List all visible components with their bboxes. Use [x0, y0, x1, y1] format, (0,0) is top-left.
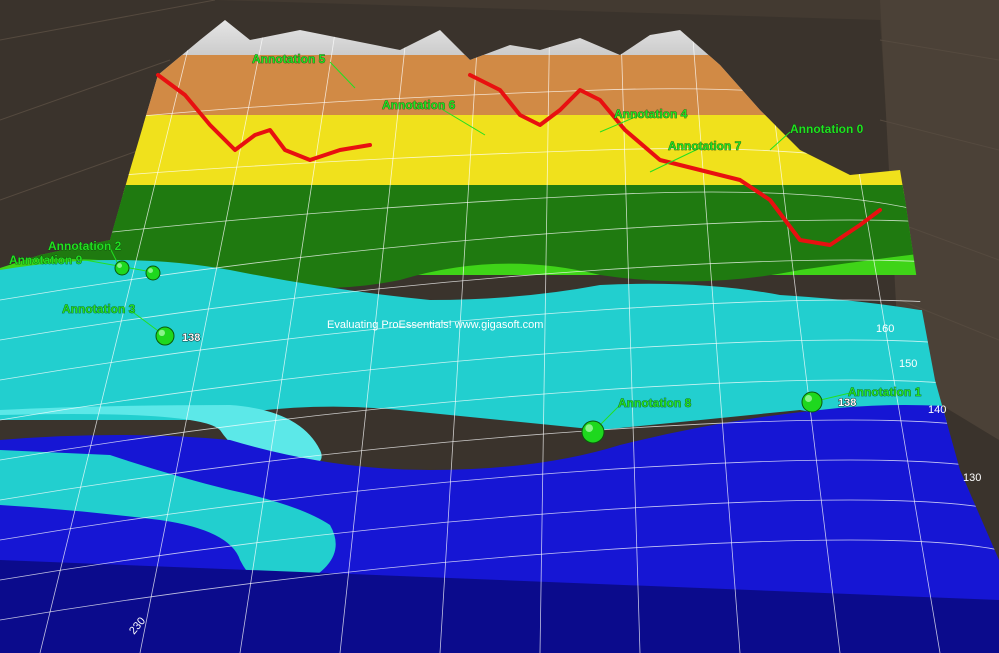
- annotation-3-value: 138: [182, 332, 200, 344]
- marker-annotation-1: [801, 391, 823, 413]
- marker-annotation-1-highlight: [805, 395, 812, 402]
- y-tick-130: 130: [963, 472, 981, 484]
- annotation-9: Annotation 9: [9, 253, 83, 267]
- annotation-6: Annotation 6: [382, 98, 456, 112]
- y-tick-140: 140: [928, 404, 946, 416]
- annotation-2: Annotation 2: [48, 239, 122, 253]
- y-tick-160: 160: [876, 323, 894, 335]
- annotation-4: Annotation 4: [614, 107, 688, 121]
- marker-annotation-2: [114, 260, 130, 276]
- annotation-1-value: 138: [838, 397, 856, 409]
- watermark-text: Evaluating ProEssentials! www.gigasoft.c…: [327, 319, 543, 331]
- marker-annotation-8: [581, 420, 605, 444]
- annotation-8: Annotation 8: [618, 396, 692, 410]
- surface-chart: Annotation 0 Annotation 1 Annotation 2 A…: [0, 0, 999, 653]
- y-tick-150: 150: [899, 358, 917, 370]
- marker-annotation-9: [145, 265, 161, 281]
- annotation-0: Annotation 0: [790, 122, 864, 136]
- annotation-5: Annotation 5: [252, 52, 326, 66]
- marker-annotation-9-highlight: [148, 268, 153, 273]
- marker-annotation-2-highlight: [117, 263, 123, 268]
- surface-plot: Annotation 0 Annotation 1 Annotation 2 A…: [0, 0, 999, 653]
- annotation-7: Annotation 7: [668, 139, 742, 153]
- marker-annotation-8-highlight: [585, 424, 594, 432]
- marker-annotation-3-highlight: [158, 329, 166, 336]
- annotation-3: Annotation 3: [62, 302, 136, 316]
- annotation-1: Annotation 1: [848, 385, 922, 399]
- marker-annotation-3: [155, 326, 175, 346]
